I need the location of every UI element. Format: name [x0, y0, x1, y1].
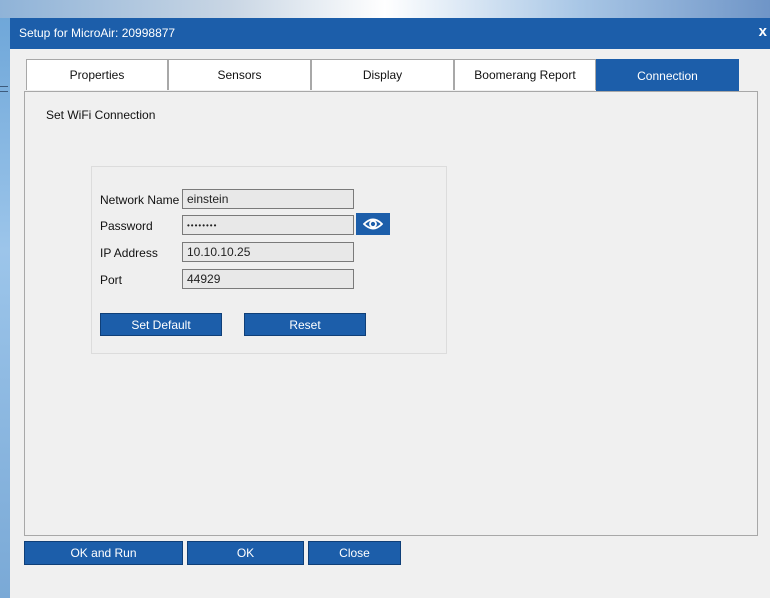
ip-address-field[interactable]	[182, 242, 354, 262]
port-field[interactable]	[182, 269, 354, 289]
ip-address-label: IP Address	[100, 246, 158, 260]
show-password-button[interactable]	[356, 213, 390, 235]
tab-bar: Properties Sensors Display Boomerang Rep…	[26, 59, 739, 91]
setup-dialog: Setup for MicroAir: 20998877 x Propertie…	[10, 18, 770, 598]
tab-sensors[interactable]: Sensors	[168, 59, 311, 90]
desktop-edge-mark	[0, 86, 8, 87]
section-title: Set WiFi Connection	[46, 108, 156, 122]
tab-label: Connection	[637, 68, 698, 83]
set-default-button[interactable]: Set Default	[100, 313, 222, 336]
tab-connection[interactable]: Connection	[596, 59, 739, 91]
password-field[interactable]	[182, 215, 354, 235]
close-button[interactable]: Close	[308, 541, 401, 565]
separator	[24, 535, 758, 536]
tab-properties[interactable]: Properties	[26, 59, 168, 90]
tab-label: Boomerang Report	[474, 68, 576, 82]
password-label: Password	[100, 219, 153, 233]
tab-label: Display	[362, 68, 403, 82]
title-bar[interactable]: Setup for MicroAir: 20998877 x	[10, 18, 770, 49]
reset-button[interactable]: Reset	[244, 313, 366, 336]
window-title: Setup for MicroAir: 20998877	[19, 26, 176, 40]
desktop-background	[0, 0, 770, 18]
ok-button[interactable]: OK	[187, 541, 304, 565]
network-name-label: Network Name	[100, 193, 180, 207]
tab-label: Sensors	[217, 68, 262, 82]
desktop-edge-mark	[0, 91, 8, 92]
ok-and-run-button[interactable]: OK and Run	[24, 541, 183, 565]
desktop-edge	[0, 18, 10, 598]
eye-icon	[363, 218, 383, 230]
port-label: Port	[100, 273, 123, 287]
network-name-field[interactable]	[182, 189, 354, 209]
tab-label: Properties	[69, 68, 125, 82]
tab-display[interactable]: Display	[311, 59, 454, 90]
tab-boomerang-report[interactable]: Boomerang Report	[454, 59, 596, 90]
close-window-button[interactable]: x	[759, 23, 767, 40]
